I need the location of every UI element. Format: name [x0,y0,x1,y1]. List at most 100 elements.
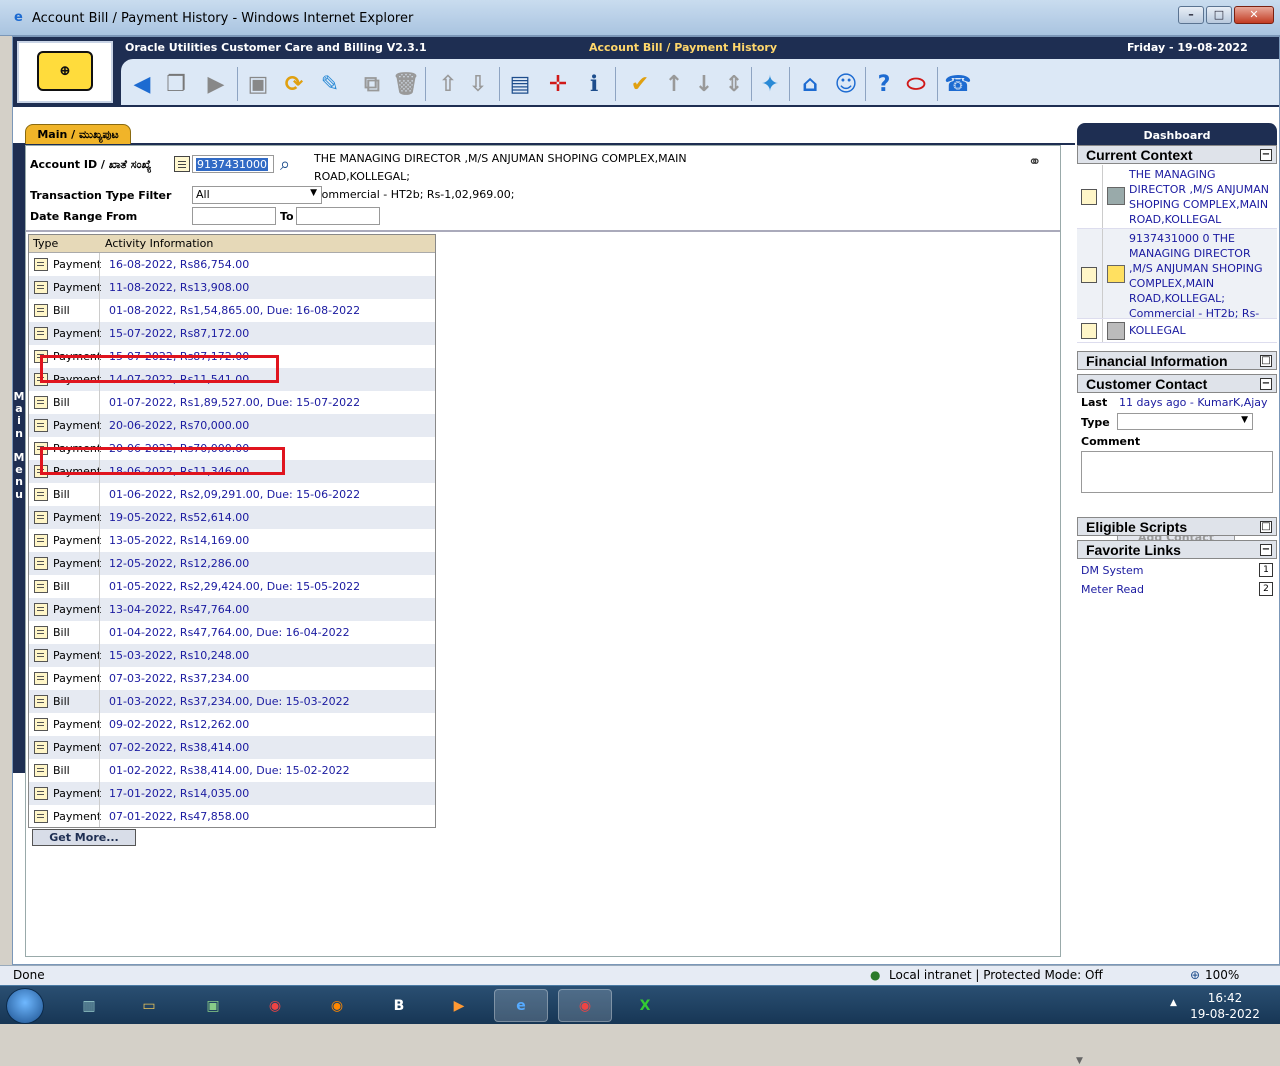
account-context-icon[interactable] [174,156,190,172]
context-icon[interactable] [34,373,48,386]
move-up-icon[interactable]: ↑ [659,69,689,99]
context-icon[interactable] [34,580,48,593]
duplicate-icon[interactable]: ⧉ [357,69,387,99]
table-row[interactable]: Bill 01-03-2022, Rs37,234.00, Due: 15-03-… [29,690,435,713]
context-icon[interactable] [34,603,48,616]
row-activity-link[interactable]: 12-05-2022, Rs12,286.00 [109,552,249,575]
table-row[interactable]: Payment 07-02-2022, Rs38,414.00 [29,736,435,759]
table-row[interactable]: Bill 01-07-2022, Rs1,89,527.00, Due: 15-0… [29,391,435,414]
context-icon[interactable] [34,442,48,455]
minimize-button[interactable]: – [1178,6,1204,24]
row-activity-link[interactable]: 01-07-2022, Rs1,89,527.00, Due: 15-07-20… [109,391,360,414]
context-icon[interactable] [34,672,48,685]
favorite-links-header[interactable]: Favorite Links − [1077,540,1277,559]
start-button[interactable] [6,988,44,1024]
context-icon[interactable] [34,718,48,731]
context-icon[interactable] [34,695,48,708]
context-icon[interactable] [34,741,48,754]
get-more-button[interactable]: Get More... [32,829,136,846]
info-icon[interactable]: ℹ [579,69,609,99]
context-icon[interactable] [1081,189,1097,205]
context-icon[interactable] [34,327,48,340]
move-down-icon[interactable]: ↓ [689,69,719,99]
table-row[interactable]: Payment 13-05-2022, Rs14,169.00 [29,529,435,552]
table-row[interactable]: Payment 16-08-2022, Rs86,754.00 [29,253,435,276]
clear-broom-icon[interactable]: ✎ [315,69,345,99]
context-icon[interactable] [1081,323,1097,339]
forward-arrow-icon[interactable]: ▶ [201,69,231,99]
search-icon[interactable]: ⌕ [280,154,306,175]
copy-icon[interactable]: ❐ [161,69,191,99]
check-icon[interactable]: ✔ [625,69,655,99]
row-activity-link[interactable]: 01-03-2022, Rs37,234.00, Due: 15-03-2022 [109,690,350,713]
table-row[interactable]: Payment 20-06-2022, Rs70,000.00 [29,414,435,437]
magic-wand-icon[interactable]: ✦ [755,69,785,99]
chrome-taskbar-icon[interactable]: ◉ [248,989,302,1022]
close-button[interactable]: ✕ [1234,6,1274,24]
list-icon[interactable]: ▤ [505,69,535,99]
oracle-icon[interactable]: ⬭ [901,69,931,99]
row-activity-link[interactable]: 18-06-2022, Rs11,346.00 [109,460,249,483]
row-activity-link[interactable]: 20-06-2022, Rs70,000.00 [109,437,249,460]
maximize-button[interactable]: □ [1206,6,1232,24]
context-person[interactable]: THE MANAGING DIRECTOR ,M/S ANJUMAN SHOPI… [1077,165,1277,229]
table-row[interactable]: Bill 01-08-2022, Rs1,54,865.00, Due: 16-0… [29,299,435,322]
expand-icon[interactable]: □ [1260,355,1272,367]
customer-contact-header[interactable]: Customer Contact − [1077,374,1277,393]
user-icon[interactable]: ☺ [831,69,861,99]
phone-icon[interactable]: ☎ [943,69,973,99]
row-activity-link[interactable]: 01-04-2022, Rs47,764.00, Due: 16-04-2022 [109,621,350,644]
context-icon[interactable] [34,787,48,800]
collapse-icon[interactable]: − [1260,544,1272,556]
help-icon[interactable]: ? [869,69,899,99]
current-context-header[interactable]: Current Context − [1077,145,1277,164]
eligible-scripts-header[interactable]: Eligible Scripts □ [1077,517,1277,536]
main-menu-bar[interactable]: Main Menu [13,145,25,773]
firefox-taskbar-icon[interactable]: ◉ [310,989,364,1022]
save-icon[interactable]: ▣ [243,69,273,99]
context-icon[interactable] [34,304,48,317]
table-row[interactable]: Payment 11-08-2022, Rs13,908.00 [29,276,435,299]
context-icon[interactable] [1081,267,1097,283]
row-activity-link[interactable]: 15-07-2022, Rs87,172.00 [109,322,249,345]
home-icon[interactable]: ⌂ [795,69,825,99]
expand-icon[interactable]: ⇕ [719,69,749,99]
table-row[interactable]: Payment 15-07-2022, Rs87,172.00 [29,322,435,345]
row-activity-link[interactable]: 20-06-2022, Rs70,000.00 [109,414,249,437]
table-row[interactable]: Payment 17-01-2022, Rs14,035.00 [29,782,435,805]
row-activity-link[interactable]: 01-02-2022, Rs38,414.00, Due: 15-02-2022 [109,759,350,782]
context-premise[interactable]: KOLLEGAL [1077,319,1277,343]
row-activity-link[interactable]: 14-07-2022, Rs11,541.00 [109,368,249,391]
explorer-taskbar-icon[interactable]: ▭ [122,989,176,1022]
table-row[interactable]: Payment 07-01-2022, Rs47,858.00 [29,805,435,827]
chrome2-taskbar-icon[interactable]: ◉ [558,989,612,1022]
contact-type-select[interactable]: ▼ [1117,413,1253,430]
delete-trash-icon[interactable]: 🗑 [391,69,421,99]
context-icon[interactable] [34,488,48,501]
table-row[interactable]: Payment 18-06-2022, Rs11,346.00 [29,460,435,483]
tx-filter-select[interactable]: All ▼ [192,186,322,204]
row-activity-link[interactable]: 19-05-2022, Rs52,614.00 [109,506,249,529]
row-activity-link[interactable]: 13-05-2022, Rs14,169.00 [109,529,249,552]
context-icon[interactable] [34,810,48,823]
media-taskbar-icon[interactable]: ▶ [432,989,486,1022]
refresh-icon[interactable]: ⟳ [279,69,309,99]
col-info-header[interactable]: Activity Information [105,235,213,253]
row-activity-link[interactable]: 01-05-2022, Rs2,29,424.00, Due: 15-05-20… [109,575,360,598]
expand-icon[interactable]: □ [1260,521,1272,533]
row-activity-link[interactable]: 17-01-2022, Rs14,035.00 [109,782,249,805]
row-activity-link[interactable]: 07-02-2022, Rs38,414.00 [109,736,249,759]
table-row[interactable]: Payment 09-02-2022, Rs12,262.00 [29,713,435,736]
date-to-input[interactable] [296,207,380,225]
comment-textarea[interactable] [1081,451,1273,493]
context-icon[interactable] [34,281,48,294]
row-activity-link[interactable]: 01-06-2022, Rs2,09,291.00, Due: 15-06-20… [109,483,360,506]
scroll-up-icon[interactable]: ⇧ [433,69,463,99]
table-row[interactable]: Payment 13-04-2022, Rs47,764.00 [29,598,435,621]
context-icon[interactable] [34,626,48,639]
row-activity-link[interactable]: 07-03-2022, Rs37,234.00 [109,667,249,690]
row-activity-link[interactable]: 07-01-2022, Rs47,858.00 [109,805,249,827]
scroll-down-arrow-icon[interactable]: ▼ [1076,1056,1083,1066]
table-row[interactable]: Payment 15-07-2022, Rs87,172.00 [29,345,435,368]
notepad-taskbar-icon[interactable]: ▥ [62,989,116,1022]
